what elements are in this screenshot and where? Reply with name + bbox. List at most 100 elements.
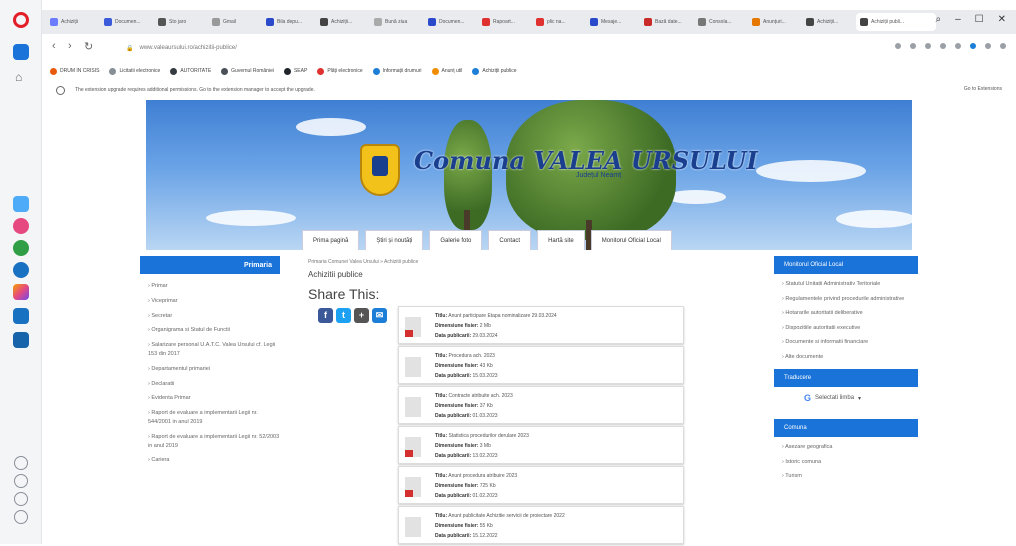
document-title[interactable]: Anunt participare Etapa nominalizare 29.… [448,313,556,319]
menu-item[interactable]: Știri și noutăți [365,230,424,250]
menu-item[interactable]: Galerie foto [429,230,483,250]
sidebar-app-4-icon[interactable] [13,332,29,348]
extensions-icon[interactable] [14,510,28,524]
opera-logo-icon[interactable] [13,12,29,28]
speed-dial-icon[interactable] [13,44,29,60]
nav-link[interactable]: › Raport de evaluare a implementarii Leg… [148,433,280,451]
bookmark-item[interactable]: DRUM IN CRISIS [50,67,99,75]
browser-tab[interactable]: Bază date... [640,13,694,31]
browser-tab[interactable]: Gmail [208,13,262,31]
extension-1-icon[interactable] [895,43,901,49]
nav-link[interactable]: › Viceprimar [148,297,280,306]
bookmark-item[interactable]: SEAP [283,67,307,75]
browser-tab[interactable]: Sto jaro [154,13,208,31]
menu-item[interactable]: Monitorul Oficial Local [590,230,672,250]
extension-2-icon[interactable] [910,43,916,49]
search-tabs-icon[interactable]: ⌕ [935,14,941,25]
nav-link[interactable]: › Asezare geografica [782,443,918,452]
extension-4-icon[interactable] [940,43,946,49]
menu-item[interactable]: Hartă site [537,230,585,250]
nav-link[interactable]: › Evidenta Primar [148,394,280,403]
browser-tab[interactable]: Mesaje... [586,13,640,31]
browser-tab[interactable]: Achiziții [46,13,100,31]
document-item[interactable]: Titlu: Anunt participare Etapa nominaliz… [398,306,684,344]
nav-link[interactable]: › Dispozitiile autoritatii executive [782,324,918,333]
document-title[interactable]: Anunt publicitate Achizitie servicii de … [448,513,564,519]
bookmark-item[interactable]: Anunț util [431,67,462,75]
nav-link[interactable]: › Hotararile autoritatii deliberative [782,309,918,318]
nav-link[interactable]: › Departamentul primariei [148,365,280,374]
maximize-button[interactable]: ☐ [975,14,984,25]
document-title[interactable]: Anunt procedura atribuire 2023 [448,473,517,479]
forward-icon[interactable]: › [68,40,72,52]
nav-link[interactable]: › Statutul Unitatii Administrativ Terito… [782,280,918,289]
nav-link[interactable]: › Cariera [148,456,280,465]
close-window-button[interactable]: ✕ [998,14,1006,25]
nav-link[interactable]: › Salarizare personal U.A.T.C. Valea Urs… [148,341,280,359]
document-item[interactable]: Titlu: Procedura ach. 2023 Dimensiune fis… [398,346,684,384]
document-item[interactable]: Titlu: Contracte atribuite ach. 2023 Dime… [398,386,684,424]
browser-tab[interactable]: Consola... [694,13,748,31]
sidebar-app-1-icon[interactable] [13,196,29,212]
sidebar-app-3-icon[interactable] [13,308,29,324]
browser-tab[interactable]: Anunțuri... [748,13,802,31]
addthis-share-icon[interactable]: + [354,308,369,323]
document-item[interactable]: Titlu: Anunt publicitate Achizitie servi… [398,506,684,544]
browser-tab[interactable]: Documen... [424,13,478,31]
document-item[interactable]: Titlu: Anunt procedura atribuire 2023 Dim… [398,466,684,504]
extension-3-icon[interactable] [925,43,931,49]
browser-tab[interactable]: Documen... [100,13,154,31]
nav-link[interactable]: › Organigrama si Statul de Functii [148,326,280,335]
nav-link[interactable]: › Istoric comuna [782,458,918,467]
browser-tab[interactable]: Bună ziua [370,13,424,31]
bookmark-item[interactable]: Achiziții publice [472,67,517,75]
heart-icon[interactable] [14,456,28,470]
nav-link[interactable]: › Documente si informatii financiare [782,338,918,347]
nav-link[interactable]: › Alte documente [782,353,918,362]
bookmark-item[interactable]: Plăți electronice [317,67,363,75]
reload-icon[interactable]: ↻ [84,40,93,53]
sidebar-app-2-icon[interactable] [13,218,29,234]
minimize-button[interactable]: – [955,14,961,25]
extension-6-icon[interactable] [970,43,976,49]
browser-tab[interactable]: Achiziții... [316,13,370,31]
browser-tab[interactable]: plic na... [532,13,586,31]
document-title[interactable]: Statistica procedurilor derulare 2023 [449,433,529,439]
email-share-icon[interactable]: ✉ [372,308,387,323]
facebook-share-icon[interactable]: f [318,308,333,323]
back-icon[interactable]: ‹ [52,40,56,52]
history-icon[interactable] [14,474,28,488]
nav-link[interactable]: › Raport de evaluare a implementarii Leg… [148,409,280,427]
extension-5-icon[interactable] [955,43,961,49]
bookmark-item[interactable]: AUTORITATE [170,67,211,75]
whatsapp-icon[interactable] [13,240,29,256]
menu-item[interactable]: Prima pagină [302,230,360,250]
bookmark-item[interactable]: Informații drumuri [372,67,422,75]
url-bar[interactable]: 🔒 www.valeaursului.ro/achizitii-publice/ [112,39,872,57]
document-title[interactable]: Procedura ach. 2023 [449,353,495,359]
extension-8-icon[interactable] [1000,43,1006,49]
nav-link[interactable]: › Secretar [148,312,280,321]
extension-7-icon[interactable] [985,43,991,49]
nav-link[interactable]: › Regulamentele privind procedurile admi… [782,295,918,304]
document-item[interactable]: Titlu: Statistica procedurilor derulare … [398,426,684,464]
nav-link[interactable]: › Turism [782,472,918,481]
home-icon[interactable]: ⌂ [15,70,22,84]
messenger-icon[interactable] [13,262,29,278]
translate-select[interactable]: Selectati limba [815,395,854,401]
dropdown-arrow-icon[interactable]: ▾ [858,395,861,402]
menu-item[interactable]: Contact [488,230,532,250]
bookmark-item[interactable]: Guvernul României [221,67,274,75]
document-title[interactable]: Contracte atribuite ach. 2023 [449,393,513,399]
bookmark-item[interactable]: Licitatii electronice [109,67,160,75]
nav-link[interactable]: › Primar [148,282,280,291]
browser-tab[interactable]: Bila depu... [262,13,316,31]
browser-tab[interactable]: Achiziții publi... [856,13,936,31]
translate-widget[interactable]: G Selectati limba ▾ [774,393,918,403]
settings-icon[interactable] [14,492,28,506]
instagram-icon[interactable] [13,284,29,300]
browser-tab[interactable]: Achiziții... [802,13,856,31]
browser-tab[interactable]: Rapoart... [478,13,532,31]
twitter-share-icon[interactable]: t [336,308,351,323]
nav-link[interactable]: › Declaratii [148,380,280,389]
